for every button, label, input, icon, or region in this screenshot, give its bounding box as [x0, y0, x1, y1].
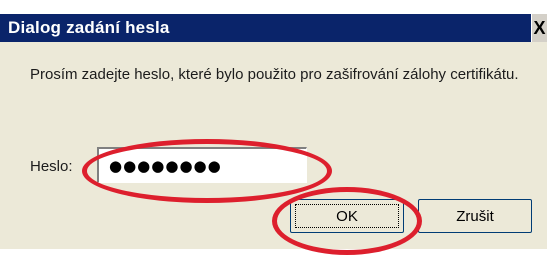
password-dialog: Dialog zadání hesla X Prosím zadejte hes…	[0, 0, 547, 257]
ok-button[interactable]: OK	[290, 199, 404, 233]
title-bar: Dialog zadání hesla X	[0, 0, 547, 42]
prompt-text: Prosím zadejte heslo, které bylo použito…	[30, 66, 519, 83]
password-label: Heslo:	[30, 158, 73, 175]
cancel-button[interactable]: Zrušit	[418, 199, 532, 233]
bottom-edge	[0, 249, 547, 257]
password-input[interactable]	[97, 147, 307, 183]
dialog-title: Dialog zadání hesla	[8, 18, 170, 37]
close-button[interactable]: X	[531, 14, 547, 42]
